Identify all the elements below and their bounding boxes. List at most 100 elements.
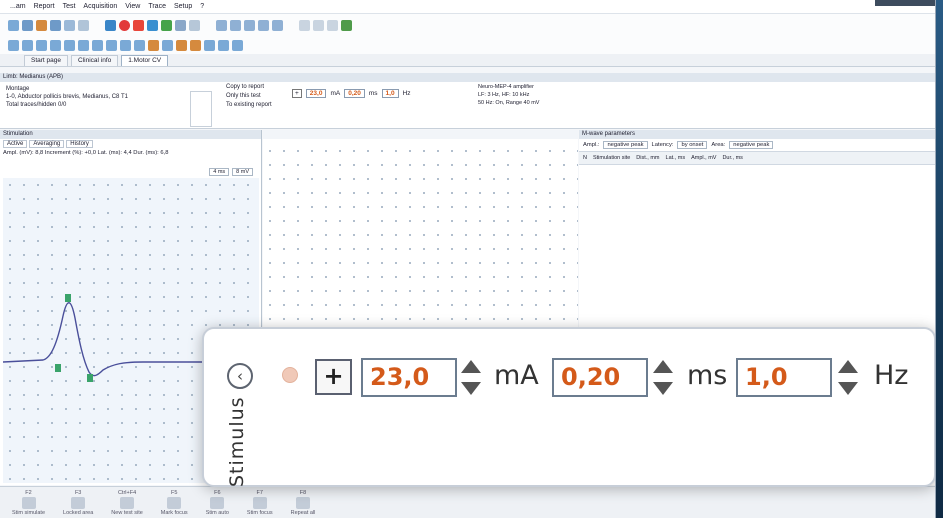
increase-arrow-icon[interactable] xyxy=(838,360,858,373)
sound-icon[interactable] xyxy=(189,19,200,31)
zoom-out-icon[interactable] xyxy=(313,19,324,31)
export-icon[interactable] xyxy=(78,19,89,31)
cursor-icon[interactable] xyxy=(341,19,352,31)
area-select[interactable]: negative peak xyxy=(729,141,774,149)
montage-5-icon[interactable] xyxy=(64,39,75,51)
measure-icon[interactable] xyxy=(162,39,173,51)
ampl-select[interactable]: negative peak xyxy=(603,141,648,149)
decrease-arrow-icon[interactable] xyxy=(461,382,481,395)
new-site-icon xyxy=(120,496,135,509)
tab-clinical-info[interactable]: Clinical info xyxy=(71,55,119,66)
fkey-f8[interactable]: F8 Repeat all xyxy=(291,490,316,516)
fkey-f5[interactable]: F5 Mark focus xyxy=(161,490,188,516)
montage-box: Montage 1-0, Abductor pollicis brevis, M… xyxy=(6,85,171,109)
duration-spinner[interactable] xyxy=(652,360,674,395)
fkey-f2[interactable]: F2 Stim simulate xyxy=(12,490,45,516)
cascade-icon[interactable] xyxy=(258,19,269,31)
wave-4-icon[interactable] xyxy=(134,39,145,51)
amplitude-field[interactable]: 23,0 xyxy=(361,358,457,397)
next-icon[interactable] xyxy=(105,19,116,31)
tab-motor-cv[interactable]: 1.Motor CV xyxy=(121,55,169,66)
print-icon[interactable] xyxy=(50,19,61,31)
subtab-averaging[interactable]: Averaging xyxy=(29,140,65,148)
menu-item-report[interactable]: Report xyxy=(34,3,55,10)
montage-icon[interactable] xyxy=(8,39,19,51)
amplitude-icon[interactable] xyxy=(218,39,229,51)
increase-arrow-icon[interactable] xyxy=(653,360,673,373)
marker-icon[interactable] xyxy=(175,19,186,31)
report-icon[interactable] xyxy=(64,19,75,31)
app-window: ...am Report Test Acquisition View Trace… xyxy=(0,0,936,518)
open-icon[interactable] xyxy=(8,19,19,31)
montage-4-icon[interactable] xyxy=(50,39,61,51)
stop-icon[interactable] xyxy=(133,19,144,31)
menu-item-program[interactable]: ...am xyxy=(10,3,26,10)
dur-mini[interactable]: 0,20 xyxy=(344,89,365,98)
superimpose-icon[interactable] xyxy=(244,19,255,31)
frequency-spinner[interactable] xyxy=(837,360,859,395)
fkey-f6[interactable]: F6 Stim auto xyxy=(206,490,229,516)
folder-icon[interactable] xyxy=(36,19,47,31)
align-icon[interactable] xyxy=(216,19,227,31)
scale-icon[interactable] xyxy=(272,19,283,31)
wave-2-icon[interactable] xyxy=(106,39,117,51)
record-icon[interactable] xyxy=(119,19,130,31)
play-icon[interactable] xyxy=(161,19,172,31)
menu-item-acquisition[interactable]: Acquisition xyxy=(83,3,117,10)
montage-2-icon[interactable] xyxy=(22,39,33,51)
fit-icon[interactable] xyxy=(327,19,338,31)
marker-trough xyxy=(87,374,93,382)
menu-item-trace[interactable]: Trace xyxy=(148,3,166,10)
menu-item-test[interactable]: Test xyxy=(63,3,76,10)
collapse-stimulus-button[interactable]: ‹ xyxy=(227,363,253,389)
current-box[interactable] xyxy=(190,91,212,127)
zoom-in-icon[interactable] xyxy=(299,19,310,31)
wave-icon[interactable] xyxy=(92,39,103,51)
montage-3-icon[interactable] xyxy=(36,39,47,51)
menu-item-help[interactable]: ? xyxy=(200,3,204,10)
edit-icon[interactable] xyxy=(148,39,159,51)
wave-3-icon[interactable] xyxy=(120,39,131,51)
copy-report-check[interactable]: Copy to report xyxy=(226,83,272,92)
tab-start-page[interactable]: Start page xyxy=(24,55,68,66)
frequency-unit: Hz xyxy=(874,360,909,391)
menu-item-view[interactable]: View xyxy=(125,3,140,10)
duration-field[interactable]: 0,20 xyxy=(552,358,648,397)
neuro-title: Neuro-MEP-4 amplifier xyxy=(478,84,534,90)
chevron-left-icon: ‹ xyxy=(237,367,243,385)
subtab-active[interactable]: Active xyxy=(3,140,28,148)
time-scale[interactable]: 4 ms xyxy=(209,168,230,176)
latency-select[interactable]: by onset xyxy=(677,141,708,149)
amplitude-spinner[interactable] xyxy=(460,360,482,395)
more-icon[interactable] xyxy=(232,39,243,51)
save-icon[interactable] xyxy=(22,19,33,31)
amplifier-box: Neuro-MEP-4 amplifier LF: 3 Hz, HF: 10 k… xyxy=(478,83,539,107)
to-existing-check[interactable]: To existing report xyxy=(226,101,272,110)
only-test-check[interactable]: Only this test xyxy=(226,92,272,101)
spread-icon[interactable] xyxy=(230,19,241,31)
latency-icon[interactable] xyxy=(204,39,215,51)
polarity-plus-button[interactable]: + xyxy=(315,359,352,395)
frequency-field[interactable]: 1,0 xyxy=(736,358,832,397)
montage-line[interactable]: 1-0, Abductor pollicis brevis, Medianus,… xyxy=(6,93,171,101)
amp-scale[interactable]: 8 mV xyxy=(232,168,253,176)
col-site: Stimulation site xyxy=(592,155,631,161)
decrease-arrow-icon[interactable] xyxy=(653,382,673,395)
stim-plus-mini[interactable]: + xyxy=(292,89,302,98)
function-key-bar: F2 Stim simulate F3 Locked area Ctrl+F4 New… xyxy=(0,486,935,518)
decrease-arrow-icon[interactable] xyxy=(838,382,858,395)
pause-icon[interactable] xyxy=(147,19,158,31)
montage-6-icon[interactable] xyxy=(78,39,89,51)
menu-item-setup[interactable]: Setup xyxy=(174,3,192,10)
fkey-f7[interactable]: F7 Stim focus xyxy=(247,490,273,516)
fkey-f3[interactable]: F3 Locked area xyxy=(63,490,93,516)
freq-mini[interactable]: 1,0 xyxy=(381,89,399,98)
report-options: Copy to report Only this test To existin… xyxy=(226,83,272,110)
amp-mini[interactable]: 23,0 xyxy=(305,89,327,98)
fkey-ctrl-f4[interactable]: Ctrl+F4 New test site xyxy=(111,490,142,516)
subtab-history[interactable]: History xyxy=(66,140,93,148)
increase-arrow-icon[interactable] xyxy=(461,360,481,373)
document-tabs: Start page Clinical info 1.Motor CV xyxy=(0,54,935,67)
tag-icon[interactable] xyxy=(176,39,187,51)
tag-2-icon[interactable] xyxy=(190,39,201,51)
